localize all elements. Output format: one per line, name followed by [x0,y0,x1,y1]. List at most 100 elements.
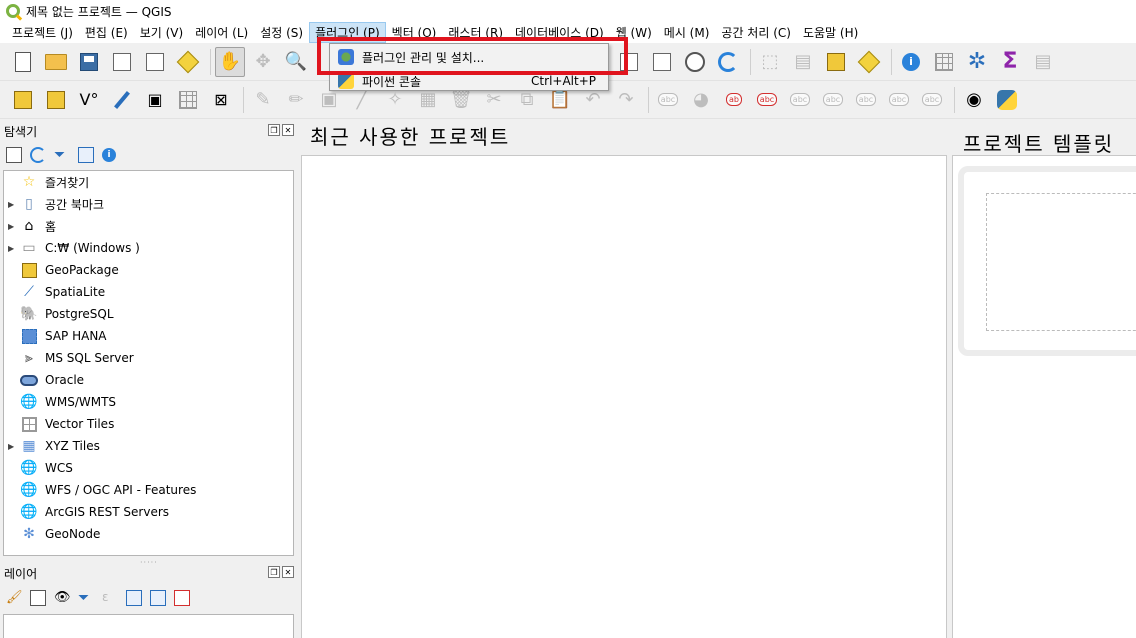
pan-to-selection-button[interactable]: ✥ [248,47,278,77]
attribute-form-button[interactable]: ▤ [1028,47,1058,77]
expand-arrow-icon[interactable]: ▶ [8,442,14,451]
browser-panel-toolbar: ⏷ i [0,143,300,167]
menu-help[interactable]: 도움말 (H) [797,22,864,43]
manage-install-plugins-item[interactable]: 플러그인 관리 및 설치... [330,46,608,68]
zoom-in-button[interactable]: 🔍 [281,47,311,77]
menu-edit[interactable]: 편집 (E) [79,22,134,43]
show-hide-labels-button[interactable]: abc [752,85,782,115]
tree-item-wfs-ogc[interactable]: 🌐 WFS / OGC API - Features [4,479,293,501]
expand-arrow-icon[interactable]: ▶ [8,222,14,231]
processing-toolbox-button[interactable]: ✲ [962,47,992,77]
layout-manager-button[interactable] [140,47,170,77]
tree-item-favorites[interactable]: ☆ 즐겨찾기 [4,171,293,193]
current-edits-button[interactable]: ✎ [248,85,278,115]
tree-item-drive-c[interactable]: ▶ ▭ C:₩ (Windows ) [4,237,293,259]
metasearch-button[interactable]: ◉ [959,85,989,115]
tree-item-spatial-bookmarks[interactable]: ▶ ▯ 공간 북마크 [4,193,293,215]
float-panel-icon[interactable]: ❐ [268,566,280,578]
identify-features-button[interactable]: i [896,47,926,77]
open-field-calculator-button[interactable] [929,47,959,77]
tree-item-mssql[interactable]: ⫸ MS SQL Server [4,347,293,369]
filter-legend-icon[interactable]: ⏷ [78,590,94,606]
new-shapefile-layer-button[interactable]: V° [74,85,104,115]
new-bookmark-button[interactable] [614,47,644,77]
select-by-location-button[interactable] [854,47,884,77]
menu-vector[interactable]: 벡터 (O) [386,22,443,43]
python-console-button[interactable] [992,85,1022,115]
new-geopackage-layer-button[interactable] [41,85,71,115]
add-group-icon[interactable] [30,590,46,606]
tree-item-geonode[interactable]: ✻ GeoNode [4,523,293,545]
add-selected-layers-icon[interactable] [6,147,22,163]
new-project-button[interactable] [8,47,38,77]
filter-expression-icon[interactable]: ε [102,590,118,606]
refresh-button[interactable] [713,47,743,77]
tree-item-arcgis-rest[interactable]: 🌐 ArcGIS REST Servers [4,501,293,523]
style-brush-icon[interactable]: 🖌 [6,590,23,606]
tree-item-wms-wmts[interactable]: 🌐 WMS/WMTS [4,391,293,413]
float-panel-icon[interactable]: ❐ [268,124,280,136]
info-icon[interactable]: i [102,148,116,162]
recent-projects-list[interactable] [301,155,947,638]
expand-arrow-icon[interactable]: ▶ [8,244,14,253]
menu-processing[interactable]: 공간 처리 (C) [715,22,797,43]
open-attribute-table-button[interactable]: ▤ [788,47,818,77]
rotate-label-button[interactable]: abc [818,85,848,115]
close-panel-icon[interactable]: ✕ [282,124,294,136]
menu-view[interactable]: 보기 (V) [134,22,189,43]
manage-visibility-eye-icon[interactable]: 👁 [54,590,71,606]
save-project-button[interactable] [74,47,104,77]
collapse-all-icon[interactable] [150,590,166,606]
menu-mesh[interactable]: 메시 (M) [658,22,716,43]
expand-all-icon[interactable] [126,590,142,606]
menu-settings[interactable]: 설정 (S) [254,22,309,43]
refresh-icon[interactable] [30,147,46,163]
new-temporary-layer-button[interactable]: ▣ [140,85,170,115]
tree-item-geopackage[interactable]: GeoPackage [4,259,293,281]
move-label-button[interactable]: abc [785,85,815,115]
pan-map-button[interactable]: ✋ [215,46,245,77]
highlight-pinned-labels-button[interactable]: ab [719,85,749,115]
collapse-all-icon[interactable] [78,147,94,163]
toggle-editing-button[interactable]: ✏ [281,85,311,115]
new-spatialite-layer-button[interactable] [107,85,137,115]
tree-item-wcs[interactable]: 🌐 WCS [4,457,293,479]
diagram-tool-button[interactable]: ◕ [686,85,716,115]
change-label-button[interactable]: abc [851,85,881,115]
select-features-button[interactable]: ⬚ [755,47,785,77]
toolbar-separator [750,48,751,75]
tree-item-postgresql[interactable]: 🐘 PostgreSQL [4,303,293,325]
new-mesh-layer-button[interactable]: ⊠ [206,85,236,115]
redo-button[interactable]: ↷ [611,85,641,115]
python-console-item[interactable]: 파이썬 콘솔 Ctrl+Alt+P [330,70,608,92]
open-project-button[interactable] [41,47,71,77]
label-tool-button[interactable]: abc [653,85,683,115]
menu-database[interactable]: 데이터베이스 (D) [509,22,610,43]
close-panel-icon[interactable]: ✕ [282,566,294,578]
menu-web[interactable]: 웹 (W) [610,22,658,43]
style-manager-button[interactable] [173,47,203,77]
tree-item-vector-tiles[interactable]: Vector Tiles [4,413,293,435]
new-print-layout-button[interactable] [107,47,137,77]
deselect-features-button[interactable] [821,47,851,77]
temporal-controller-button[interactable] [680,47,710,77]
tree-item-home[interactable]: ▶ ⌂ 홈 [4,215,293,237]
tree-item-oracle[interactable]: Oracle [4,369,293,391]
menu-layer[interactable]: 레이어 (L) [189,22,254,43]
menu-plugins[interactable]: 플러그인 (P) [309,22,386,43]
menu-project[interactable]: 프로젝트 (J) [6,22,79,43]
label-properties-button[interactable]: abc [884,85,914,115]
unpin-label-button[interactable]: abc [917,85,947,115]
tree-item-sap-hana[interactable]: SAP HANA [4,325,293,347]
remove-layer-icon[interactable] [174,590,190,606]
expand-arrow-icon[interactable]: ▶ [8,200,14,209]
data-source-manager-button[interactable] [8,85,38,115]
show-bookmarks-button[interactable] [647,47,677,77]
filter-icon[interactable]: ⏷ [54,147,70,163]
attribute-table-icon: ▤ [794,51,812,72]
tree-item-xyz-tiles[interactable]: ▶ ▦ XYZ Tiles [4,435,293,457]
tree-item-spatialite[interactable]: ⟋ SpatiaLite [4,281,293,303]
menu-raster[interactable]: 래스터 (R) [442,22,509,43]
statistical-summary-button[interactable]: Σ [995,47,1025,77]
new-virtual-layer-button[interactable] [173,85,203,115]
